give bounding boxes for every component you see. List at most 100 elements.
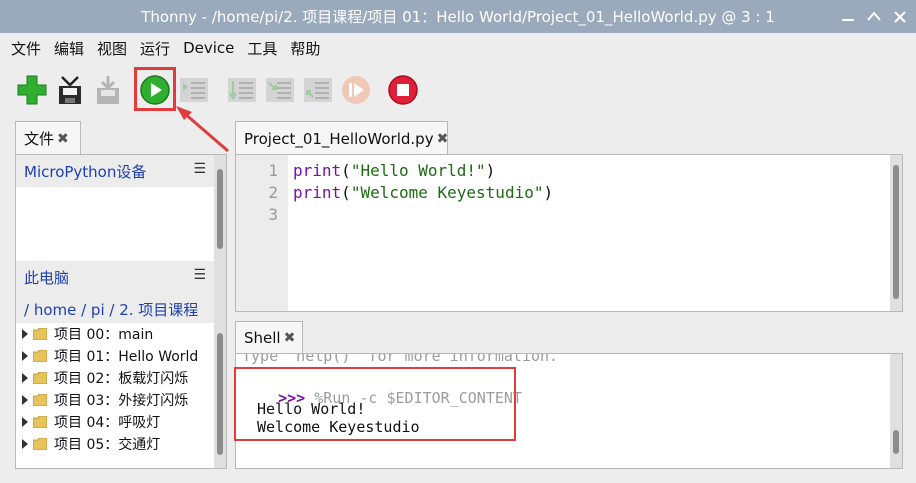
close-icon xyxy=(894,11,906,23)
menu-run[interactable]: 运行 xyxy=(139,38,171,59)
code-punctuation: ( xyxy=(341,183,351,202)
path-row: / home / pi / 2. 项目课程 xyxy=(16,293,214,323)
computer-scrollbar[interactable] xyxy=(214,261,226,468)
step-into-icon xyxy=(266,78,294,102)
computer-section-header: 此电脑 ☰ xyxy=(16,261,214,293)
menu-view[interactable]: 视图 xyxy=(96,38,128,59)
scrollbar-thumb[interactable] xyxy=(893,430,899,454)
folder-icon xyxy=(33,416,47,428)
folder-icon xyxy=(33,372,47,384)
list-item-label: 项目 03：外接灯闪烁 xyxy=(54,393,189,409)
expand-arrow-icon[interactable] xyxy=(22,439,28,449)
menu-file[interactable]: 文件 xyxy=(10,38,42,59)
close-icon[interactable]: ✖ xyxy=(57,131,69,147)
close-icon[interactable]: ✖ xyxy=(437,131,449,147)
scrollbar-thumb[interactable] xyxy=(893,165,899,299)
tab-shell[interactable]: Shell ✖ xyxy=(235,321,303,354)
debug-button[interactable] xyxy=(176,72,212,108)
new-file-button[interactable] xyxy=(14,72,50,108)
editor-scrollbar[interactable] xyxy=(890,155,902,311)
line-number: 1 xyxy=(268,161,278,180)
breadcrumb[interactable]: / home / pi / 2. 项目课程 xyxy=(24,301,198,319)
save-file-button[interactable] xyxy=(90,72,126,108)
list-item-label: 项目 01：Hello World xyxy=(54,349,199,365)
code-keyword: print xyxy=(293,183,342,202)
code-punctuation: ) xyxy=(543,183,554,202)
step-over-button[interactable] xyxy=(224,72,260,108)
close-button[interactable] xyxy=(890,7,910,27)
tab-files-label: 文件 xyxy=(24,130,55,148)
list-item-label: 项目 02：板载灯闪烁 xyxy=(54,371,189,387)
shell-tab-label: Shell xyxy=(244,329,281,347)
expand-arrow-icon[interactable] xyxy=(22,373,28,383)
step-over-icon xyxy=(228,78,256,102)
list-item-label: 项目 05：交通灯 xyxy=(54,437,161,453)
computer-section-title: 此电脑 xyxy=(24,269,70,287)
maximize-icon xyxy=(867,11,881,21)
line-number-gutter: 1 2 3 xyxy=(236,155,288,311)
code-line: print("Welcome Keyestudio") xyxy=(293,183,553,205)
expand-arrow-icon[interactable] xyxy=(22,351,28,361)
scrollbar-thumb[interactable] xyxy=(217,333,223,455)
step-into-button[interactable] xyxy=(262,72,298,108)
menu-edit[interactable]: 编辑 xyxy=(53,38,85,59)
shell-info-line: Type "help()" for more information. xyxy=(242,353,559,365)
tab-files[interactable]: 文件 ✖ xyxy=(15,121,81,155)
step-out-button[interactable] xyxy=(300,72,336,108)
list-item[interactable]: 项目 01：Hello World xyxy=(22,345,214,367)
menu-tools[interactable]: 工具 xyxy=(246,38,278,59)
device-scrollbar[interactable] xyxy=(214,155,226,261)
list-item-label: 项目 00：main xyxy=(54,327,154,343)
code-content[interactable]: print("Hello World!") print("Welcome Key… xyxy=(293,161,553,205)
folder-icon xyxy=(33,394,47,406)
window-title: Thonny - /home/pi/2. 项目课程/项目 01：Hello Wo… xyxy=(141,8,775,26)
maximize-button[interactable] xyxy=(864,7,884,27)
list-item[interactable]: 项目 00：main xyxy=(22,323,214,345)
list-item[interactable]: 项目 02：板载灯闪烁 xyxy=(22,367,214,389)
code-keyword: print xyxy=(293,161,342,180)
step-out-icon xyxy=(304,78,332,102)
expand-arrow-icon[interactable] xyxy=(22,417,28,427)
files-panel: MicroPython设备 ☰ 此电脑 ☰ / home / pi / 2. 项… xyxy=(15,154,227,469)
code-punctuation: ( xyxy=(341,161,351,180)
code-punctuation: ) xyxy=(485,161,496,180)
list-item-label: 项目 04：呼吸灯 xyxy=(54,415,161,431)
open-file-button[interactable] xyxy=(52,72,88,108)
menu-help[interactable]: 帮助 xyxy=(289,38,321,59)
stop-icon xyxy=(388,75,418,105)
hamburger-menu-icon[interactable]: ☰ xyxy=(193,161,206,177)
shell-scrollbar[interactable] xyxy=(890,354,902,468)
menu-bar: 文件 编辑 视图 运行 Device 工具 帮助 xyxy=(0,33,916,63)
list-item[interactable]: 项目 04：呼吸灯 xyxy=(22,411,214,433)
code-string: "Hello World!" xyxy=(350,161,486,180)
code-editor[interactable]: 1 2 3 print("Hello World!") print("Welco… xyxy=(235,154,903,312)
device-section-title: MicroPython设备 xyxy=(24,163,147,181)
resume-button[interactable] xyxy=(338,72,374,108)
code-line: print("Hello World!") xyxy=(293,161,553,183)
window-titlebar: Thonny - /home/pi/2. 项目课程/项目 01：Hello Wo… xyxy=(0,0,916,33)
expand-arrow-icon[interactable] xyxy=(22,395,28,405)
download-icon xyxy=(97,76,119,104)
close-icon[interactable]: ✖ xyxy=(284,330,296,346)
list-item[interactable]: 项目 05：交通灯 xyxy=(22,433,214,455)
shell-input-line[interactable]: >>> xyxy=(242,449,305,468)
resume-icon xyxy=(342,76,370,104)
tab-editor-file[interactable]: Project_01_HelloWorld.py ✖ xyxy=(235,121,448,155)
line-number: 2 xyxy=(268,183,278,202)
editor-tab-label: Project_01_HelloWorld.py xyxy=(244,129,434,148)
menu-device[interactable]: Device xyxy=(182,39,235,57)
debug-icon xyxy=(180,78,208,102)
hamburger-menu-icon[interactable]: ☰ xyxy=(193,267,206,283)
expand-arrow-icon[interactable] xyxy=(22,329,28,339)
folder-icon xyxy=(33,350,47,362)
minimize-button[interactable] xyxy=(838,7,858,27)
list-item[interactable]: 项目 03：外接灯闪烁 xyxy=(22,389,214,411)
scrollbar-thumb[interactable] xyxy=(217,169,223,249)
code-string: "Welcome Keyestudio" xyxy=(350,183,544,202)
line-number: 3 xyxy=(268,205,278,224)
folder-icon xyxy=(33,328,47,340)
run-button-highlight xyxy=(134,67,176,111)
new-file-icon xyxy=(17,75,47,105)
shell-prompt: >>> xyxy=(278,467,305,468)
stop-button[interactable] xyxy=(385,72,421,108)
